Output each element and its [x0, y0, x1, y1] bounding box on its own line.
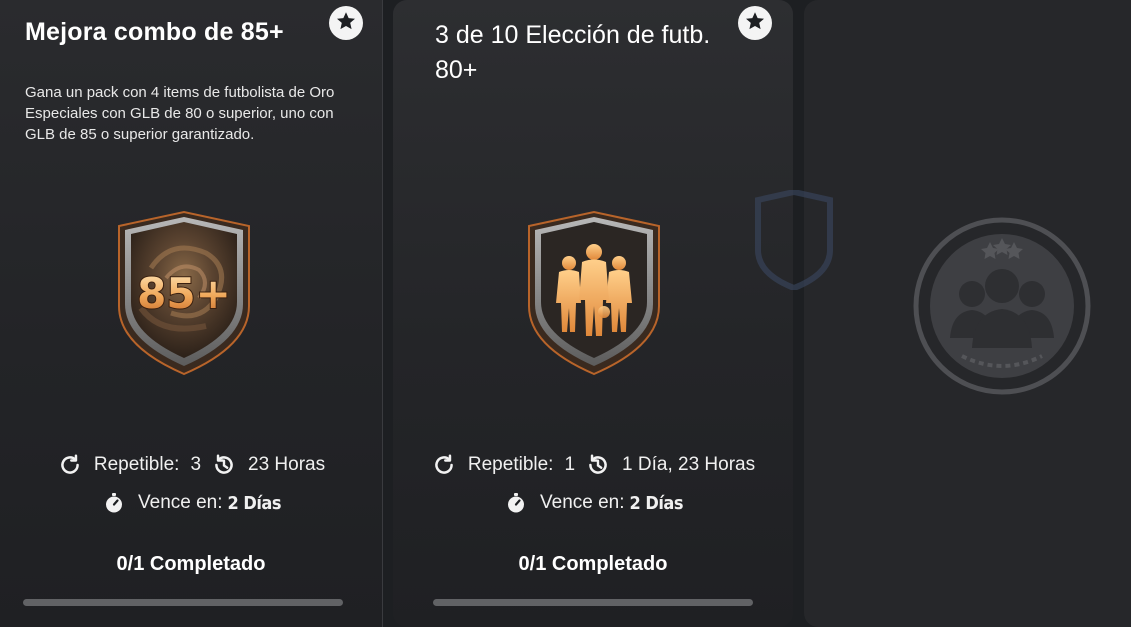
expire-row: Vence en: 2 Días [393, 490, 793, 516]
time-left: 23 Horas [248, 454, 326, 475]
objective-card-placeholder[interactable] [755, 0, 1131, 627]
player-pick-badge [521, 208, 667, 378]
stopwatch-icon [101, 490, 127, 516]
badge-label: 85+ [137, 269, 231, 318]
history-clock-icon [211, 452, 237, 478]
expire-label: Vence en: [138, 492, 223, 513]
time-left: 1 Día, 23 Horas [622, 454, 756, 475]
repeat-row: Repetible: 1 1 Día, 23 Horas [393, 452, 793, 478]
shield-silhouette-icon [755, 190, 833, 290]
refresh-icon [431, 452, 457, 478]
player-placeholder-icon [913, 217, 1091, 395]
repeat-count: 3 [190, 454, 202, 475]
star-icon [744, 10, 766, 37]
card-title: Mejora combo de 85+ [25, 18, 284, 46]
refresh-icon [57, 452, 83, 478]
history-clock-icon [585, 452, 611, 478]
favorite-button[interactable] [329, 6, 363, 40]
repeat-label: Repetible: [467, 454, 554, 475]
completion-status: 0/1 Completado [116, 553, 266, 575]
expire-value: 2 Días [629, 492, 684, 514]
repeat-count: 1 [564, 454, 576, 475]
favorite-button[interactable] [738, 6, 772, 40]
stopwatch-icon [503, 490, 529, 516]
pack-badge-85: 85+ [111, 208, 257, 378]
repeat-row: Repetible: 3 23 Horas [0, 452, 382, 478]
objective-card-85-combo[interactable]: Mejora combo de 85+ Gana un pack con 4 i… [0, 0, 382, 627]
expire-label: Vence en: [540, 492, 625, 513]
expire-row: Vence en: 2 Días [0, 490, 382, 516]
progress-bar [433, 599, 753, 606]
card-title: 3 de 10 Elección de futb. 80+ [435, 21, 711, 84]
card-divider [382, 0, 383, 627]
repeat-label: Repetible: [93, 454, 180, 475]
card-description: Gana un pack con 4 items de futbolista d… [25, 84, 335, 143]
objective-card-player-pick[interactable]: 3 de 10 Elección de futb. 80+ Repetible:… [393, 0, 793, 627]
expire-value: 2 Días [227, 492, 282, 514]
completion-status: 0/1 Completado [518, 553, 668, 575]
star-icon [335, 10, 357, 37]
progress-bar [23, 599, 343, 606]
